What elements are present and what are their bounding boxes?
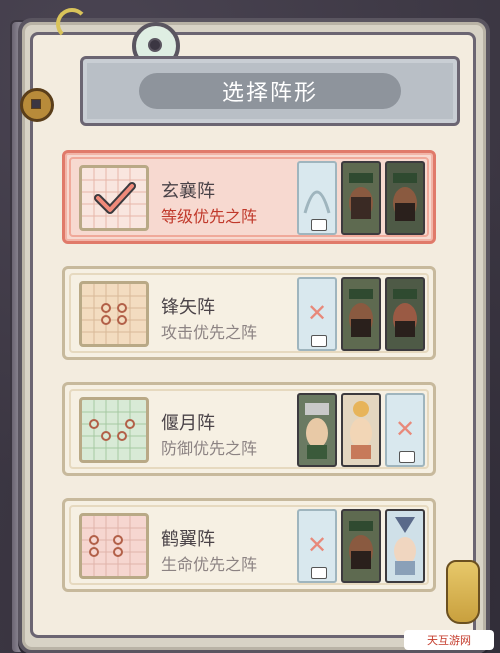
formation-grid-icon (79, 281, 149, 347)
tassel-ornament-icon (446, 560, 480, 624)
swap-icon (311, 335, 327, 347)
hero-portrait[interactable] (341, 393, 381, 467)
hero-slot-empty[interactable] (297, 161, 337, 235)
title-pill: 选择阵形 (139, 73, 401, 109)
swap-icon (311, 567, 327, 579)
watermark-text: 天互游网 (427, 634, 471, 647)
hero-slot-empty[interactable]: ✕ (297, 277, 337, 351)
checkmark-grid-icon (79, 165, 149, 231)
swap-icon (311, 219, 327, 231)
formation-priority: 生命优先之阵 (161, 555, 258, 574)
formation-grid-icon (79, 397, 149, 463)
page-title: 选择阵形 (221, 81, 318, 106)
formation-card-heyi[interactable]: 鹤翼阵 生命优先之阵 ✕ (62, 498, 436, 592)
formation-name: 鹤翼阵 (161, 529, 215, 550)
hero-portrait[interactable] (341, 161, 381, 235)
hero-slots (297, 161, 427, 237)
formation-name: 锋矢阵 (161, 297, 215, 318)
formation-card-xuanxiang[interactable]: 玄襄阵 等级优先之阵 (62, 150, 436, 244)
watermark-logo: 天互游网 (404, 630, 494, 650)
formation-card-yanyue[interactable]: 偃月阵 防御优先之阵 ✕ (62, 382, 436, 476)
formation-name: 偃月阵 (161, 413, 215, 434)
hero-portrait[interactable] (341, 509, 381, 583)
hero-slots: ✕ (297, 393, 427, 469)
coin-ornament-icon (20, 88, 54, 122)
x-icon: ✕ (395, 415, 416, 443)
formation-name: 玄襄阵 (161, 181, 215, 202)
x-icon: ✕ (307, 299, 328, 327)
hero-slots: ✕ (297, 277, 427, 353)
swap-icon (399, 451, 415, 463)
formation-card-fengshi[interactable]: 锋矢阵 攻击优先之阵 ✕ (62, 266, 436, 360)
hero-portrait[interactable] (385, 277, 425, 351)
hook-ornament-icon (56, 8, 88, 40)
formation-priority: 防御优先之阵 (161, 439, 258, 458)
hero-portrait[interactable] (385, 509, 425, 583)
title-banner: 选择阵形 (80, 56, 460, 126)
hero-slot-empty[interactable]: ✕ (385, 393, 425, 467)
formation-priority: 等级优先之阵 (161, 207, 258, 226)
hero-slots: ✕ (297, 509, 427, 585)
formation-priority: 攻击优先之阵 (161, 323, 258, 342)
formation-select-screen: 选择阵形 玄襄阵 等级优先之阵 锋矢阵 攻击优先之阵 ✕ 偃月阵 防御优先之阵 … (0, 0, 500, 653)
x-icon: ✕ (307, 531, 328, 559)
hero-portrait[interactable] (297, 393, 337, 467)
formation-grid-icon (79, 513, 149, 579)
hero-portrait[interactable] (341, 277, 381, 351)
hero-slot-empty[interactable]: ✕ (297, 509, 337, 583)
hero-portrait[interactable] (385, 161, 425, 235)
